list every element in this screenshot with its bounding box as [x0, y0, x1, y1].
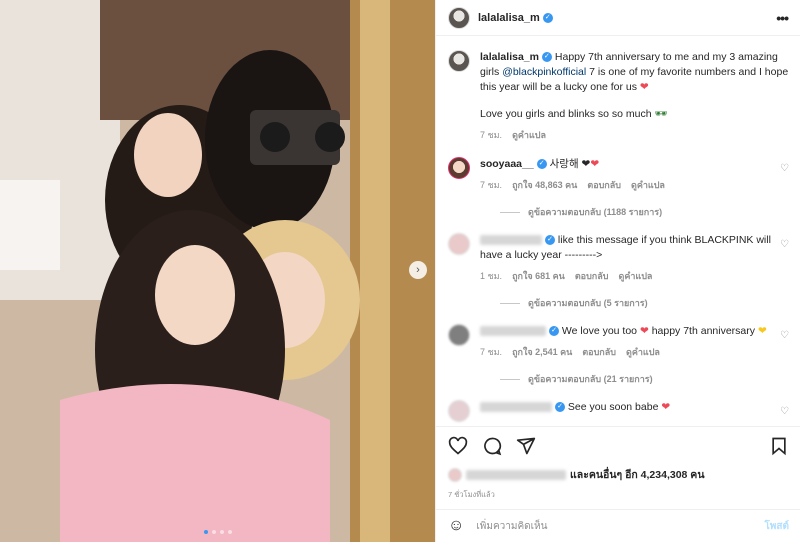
- like-comment-icon[interactable]: ♡: [780, 330, 789, 341]
- post-comment-button[interactable]: โพสต์: [764, 519, 789, 534]
- view-replies[interactable]: ดูข้อความตอบกลับ (21 รายการ): [500, 372, 789, 386]
- verified-icon: ✓: [536, 159, 547, 170]
- view-replies[interactable]: ดูข้อความตอบกลับ (1188 รายการ): [500, 205, 789, 219]
- comment: ✓ We love you too ❤ happy 7th anniversar…: [448, 324, 789, 360]
- caption-time: 7 ชม.: [480, 130, 503, 140]
- post-photo[interactable]: ›: [0, 0, 435, 542]
- like-heart-icon[interactable]: [448, 436, 468, 456]
- heart-emoji-icon: ❤: [639, 325, 649, 337]
- reply-button[interactable]: ตอบกลับ: [587, 178, 621, 193]
- reply-button[interactable]: ตอบกลับ: [575, 269, 609, 284]
- comment-bubble-icon[interactable]: [482, 436, 502, 456]
- post-date: 7 ชั่วโมงที่แล้ว: [448, 490, 495, 499]
- blurred-username: [480, 326, 546, 337]
- view-replies[interactable]: ดูข้อความตอบกลับ (5 รายการ): [500, 296, 789, 310]
- carousel-next-button[interactable]: ›: [409, 261, 427, 279]
- carousel-dot: [203, 530, 208, 534]
- like-comment-icon[interactable]: ♡: [780, 163, 789, 174]
- action-bar: [436, 426, 800, 464]
- post-panel: lalalalisa_m ✓ ••• lalalalisa_m ✓ Happy 7…: [435, 0, 800, 542]
- avatar[interactable]: [448, 400, 470, 422]
- yellow-heart-emoji-icon: ❤: [757, 325, 767, 337]
- verified-icon: ✓: [545, 235, 555, 246]
- verified-icon: ✓: [541, 52, 552, 63]
- reply-button[interactable]: ตอบกลับ: [582, 345, 616, 360]
- avatar[interactable]: [448, 233, 470, 255]
- comment-likes[interactable]: ถูกใจ 681 คน: [512, 269, 565, 284]
- mention-link[interactable]: @blackpinkofficial: [502, 66, 586, 78]
- carousel-dot: [227, 530, 232, 534]
- view-replies-label[interactable]: ดูข้อความตอบกลับ (21 รายการ): [528, 372, 653, 386]
- translate-link[interactable]: ดูคำแปล: [631, 178, 665, 193]
- comment: sooyaaa__ ✓ 사랑해 ❤❤ 7 ชม. ถูกใจ 48,863 คน …: [448, 157, 789, 193]
- translate-link[interactable]: ดูคำแปล: [512, 128, 546, 143]
- sunglasses-emoji-icon: 🕶: [654, 108, 668, 120]
- caption-username[interactable]: lalalalisa_m: [480, 51, 539, 63]
- carousel-dot: [211, 530, 216, 534]
- replies-line: [500, 211, 520, 213]
- more-options-icon[interactable]: •••: [776, 10, 789, 26]
- comment-likes[interactable]: ถูกใจ 48,863 คน: [512, 178, 577, 193]
- comment-time: 7 ชม.: [480, 347, 503, 357]
- caption: lalalalisa_m ✓ Happy 7th anniversary to m…: [448, 50, 789, 143]
- likes-count[interactable]: และคนอื่นๆ อีก 4,234,308 คน: [570, 466, 705, 483]
- comment-text: See you soon babe: [567, 401, 659, 413]
- header-username[interactable]: lalalalisa_m: [478, 12, 540, 24]
- liker-avatar: [448, 467, 462, 482]
- view-replies-label[interactable]: ดูข้อความตอบกลับ (5 รายการ): [528, 296, 648, 310]
- comment-likes[interactable]: ถูกใจ 2,541 คน: [512, 345, 572, 360]
- caption-line: Love you girls and blinks so so much: [480, 108, 652, 120]
- replies-line: [500, 378, 520, 380]
- blurred-liker-name: [466, 469, 566, 480]
- photo-illustration: [0, 0, 435, 542]
- avatar[interactable]: [448, 6, 470, 29]
- comments-list[interactable]: lalalalisa_m ✓ Happy 7th anniversary to m…: [436, 36, 800, 426]
- add-comment-bar: ☺ เพิ่มความคิดเห็น โพสต์: [436, 509, 800, 542]
- heart-emoji-icon: ❤: [661, 401, 671, 413]
- blurred-username: [480, 402, 552, 413]
- share-send-icon[interactable]: [516, 436, 536, 456]
- avatar[interactable]: [448, 50, 470, 72]
- comment-time: 7 ชม.: [480, 180, 503, 190]
- comment-username[interactable]: sooyaaa__: [480, 158, 534, 170]
- comment: ✓ See you soon babe ❤ ♡: [448, 400, 789, 422]
- verified-icon: ✓: [549, 326, 559, 337]
- post-header: lalalalisa_m ✓ •••: [436, 0, 800, 36]
- translate-link[interactable]: ดูคำแปล: [626, 345, 660, 360]
- heart-emoji-icon: ❤: [590, 158, 600, 170]
- comment: ✓ like this message if you think BLACKPI…: [448, 233, 789, 284]
- like-comment-icon[interactable]: ♡: [780, 239, 789, 250]
- comment-text: 사랑해: [549, 158, 579, 170]
- emoji-picker-icon[interactable]: ☺: [448, 517, 464, 535]
- heart-emoji-icon: ❤: [639, 81, 649, 93]
- likes-summary[interactable]: และคนอื่นๆ อีก 4,234,308 คน: [448, 466, 705, 483]
- verified-icon: ✓: [542, 12, 553, 23]
- comment-text: happy 7th anniversary: [651, 325, 756, 337]
- like-comment-icon[interactable]: ♡: [780, 406, 789, 417]
- comment-text: We love you too: [561, 325, 638, 337]
- view-replies-label[interactable]: ดูข้อความตอบกลับ (1188 รายการ): [528, 205, 662, 219]
- replies-line: [500, 302, 520, 304]
- verified-icon: ✓: [555, 402, 565, 413]
- comment-time: 1 ชม.: [480, 271, 503, 281]
- avatar[interactable]: [448, 324, 470, 346]
- save-bookmark-icon[interactable]: [769, 436, 789, 456]
- carousel-dots: [0, 530, 435, 534]
- translate-link[interactable]: ดูคำแปล: [618, 269, 652, 284]
- avatar[interactable]: [448, 157, 470, 179]
- comment-input[interactable]: เพิ่มความคิดเห็น: [476, 519, 752, 534]
- blurred-username: [480, 235, 542, 246]
- carousel-dot: [219, 530, 224, 534]
